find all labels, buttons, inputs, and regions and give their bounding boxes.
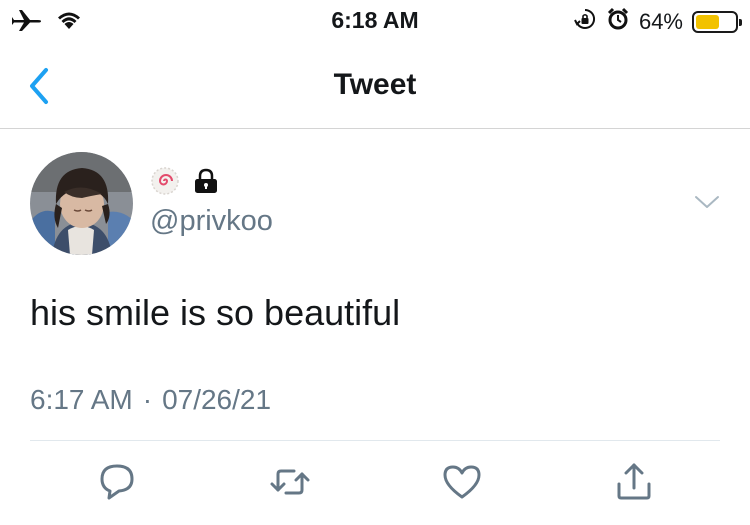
like-button[interactable] bbox=[440, 460, 484, 504]
share-button[interactable] bbox=[612, 460, 656, 504]
status-bar: 6:18 AM 64% bbox=[0, 0, 750, 40]
tweet-menu-button[interactable] bbox=[693, 192, 721, 212]
battery-icon bbox=[692, 10, 742, 33]
share-icon bbox=[617, 463, 651, 500]
avatar[interactable] bbox=[30, 152, 133, 255]
like-icon bbox=[443, 465, 481, 499]
user-handle[interactable]: @privkoo bbox=[150, 205, 273, 238]
tweet-text: his smile is so beautiful bbox=[30, 292, 401, 333]
nav-bar: Tweet bbox=[0, 42, 750, 129]
tweet-date: 07/26/21 bbox=[162, 384, 272, 415]
swirl-emoji-icon bbox=[150, 166, 180, 201]
lock-icon bbox=[192, 167, 220, 200]
tweet-timestamp: 6:17 AM · 07/26/21 bbox=[30, 384, 271, 416]
battery-cap bbox=[739, 18, 742, 26]
user-badges bbox=[150, 166, 220, 201]
page-title: Tweet bbox=[333, 68, 417, 101]
retweet-icon bbox=[270, 469, 310, 495]
battery-level-fill bbox=[696, 14, 719, 29]
tweet-actions bbox=[0, 460, 750, 510]
tweet-time: 6:17 AM bbox=[30, 384, 133, 415]
divider bbox=[30, 440, 720, 441]
retweet-button[interactable] bbox=[268, 460, 312, 504]
battery-percent: 64% bbox=[638, 8, 683, 34]
meta-separator: · bbox=[142, 384, 153, 415]
chevron-down-icon bbox=[695, 196, 719, 208]
status-bar-right: 64% bbox=[573, 7, 742, 36]
reply-button[interactable] bbox=[95, 460, 139, 504]
alarm-icon bbox=[606, 7, 630, 36]
orientation-lock-icon bbox=[573, 7, 597, 36]
reply-icon bbox=[100, 464, 134, 500]
